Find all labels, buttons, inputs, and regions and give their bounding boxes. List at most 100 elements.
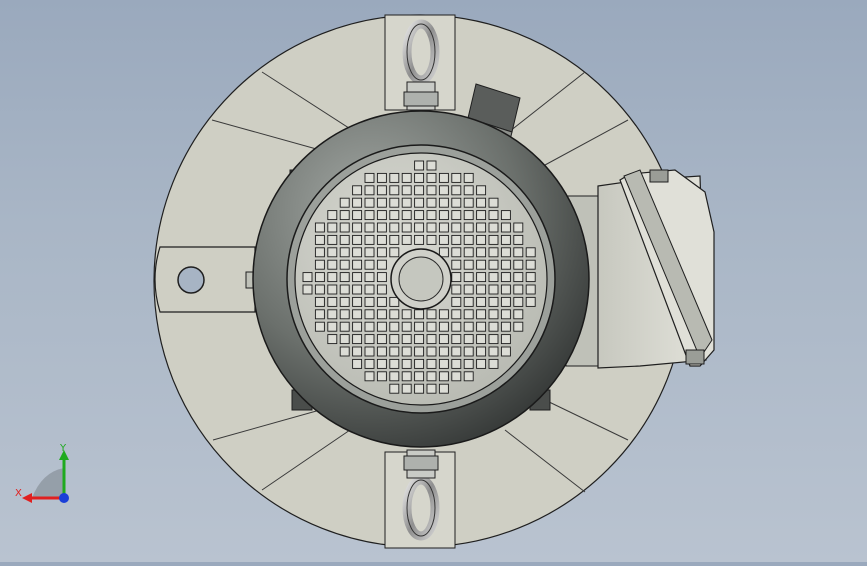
grille-slot: [451, 321, 462, 332]
grille-slot: [463, 185, 474, 196]
grille-slot: [476, 296, 487, 307]
grille-slot: [352, 358, 363, 369]
grille-slot: [302, 284, 313, 295]
grille-slot: [376, 358, 387, 369]
grille-slot: [376, 259, 387, 270]
grille-slot: [476, 210, 487, 221]
grille-slot: [463, 259, 474, 270]
grille-slot: [364, 321, 375, 332]
grille-slot: [488, 346, 499, 357]
grille-slot: [364, 172, 375, 183]
grille-slot: [438, 383, 449, 394]
grille-slot: [327, 272, 338, 283]
grille-slot: [314, 247, 325, 258]
cad-viewport[interactable]: [0, 0, 867, 562]
grille-slot: [339, 309, 350, 320]
grille-slot: [451, 185, 462, 196]
grille-slot: [426, 197, 437, 208]
grille-slot: [426, 309, 437, 320]
grille-slot: [314, 284, 325, 295]
grille-slot: [389, 234, 400, 245]
grille-slot: [352, 197, 363, 208]
grille-slot: [463, 272, 474, 283]
grille-slot: [426, 346, 437, 357]
grille-slot: [451, 309, 462, 320]
grille-slot: [525, 296, 536, 307]
grille-slot: [364, 234, 375, 245]
grille-slot: [414, 197, 425, 208]
grille-slot: [352, 296, 363, 307]
grille-slot: [488, 197, 499, 208]
grille-slot: [488, 284, 499, 295]
grille-slot: [327, 334, 338, 345]
grille-slot: [476, 309, 487, 320]
grille-slot: [376, 346, 387, 357]
grille-slot: [476, 284, 487, 295]
grille-slot: [476, 185, 487, 196]
grille-slot: [513, 222, 524, 233]
grille-slot: [352, 334, 363, 345]
grille-slot: [376, 284, 387, 295]
grille-slot: [451, 222, 462, 233]
grille-slot: [414, 334, 425, 345]
grille-slot: [426, 222, 437, 233]
grille-slot: [364, 222, 375, 233]
grille-slot: [426, 160, 437, 171]
grille-slot: [513, 321, 524, 332]
grille-slot: [302, 272, 313, 283]
grille-slot: [500, 247, 511, 258]
grille-slot: [488, 259, 499, 270]
grille-slot: [376, 172, 387, 183]
grille-slot: [414, 346, 425, 357]
grille-slot: [426, 383, 437, 394]
grille-slot: [414, 160, 425, 171]
hub-inner: [398, 256, 444, 302]
grille-slot: [401, 234, 412, 245]
grille-slot: [414, 383, 425, 394]
grille-slot: [339, 197, 350, 208]
grille-slot: [476, 197, 487, 208]
grille-slot: [426, 234, 437, 245]
grille-slot: [414, 172, 425, 183]
grille-slot: [426, 210, 437, 221]
grille-slot: [414, 185, 425, 196]
grille-slot: [525, 259, 536, 270]
grille-slot: [401, 334, 412, 345]
grille-slot: [327, 321, 338, 332]
grille-slot: [488, 234, 499, 245]
grille-slot: [376, 309, 387, 320]
grille-slot: [451, 234, 462, 245]
grille-slot: [438, 234, 449, 245]
grille-slot: [364, 346, 375, 357]
grille-slot: [525, 272, 536, 283]
grille-slot: [513, 296, 524, 307]
grille-slot: [414, 222, 425, 233]
grille-slot: [451, 334, 462, 345]
grille-slot: [376, 371, 387, 382]
motor-model-drawing: [153, 14, 715, 549]
grille-slot: [488, 309, 499, 320]
grille-slot: [451, 346, 462, 357]
grille-slot: [364, 259, 375, 270]
grille-slot: [513, 284, 524, 295]
grille-slot: [314, 309, 325, 320]
grille-slot: [414, 309, 425, 320]
grille-slot: [500, 321, 511, 332]
grille-slot: [500, 272, 511, 283]
grille-slot: [401, 172, 412, 183]
grille-slot: [364, 247, 375, 258]
grille-slot: [438, 358, 449, 369]
grille-slot: [414, 210, 425, 221]
grille-slot: [451, 247, 462, 258]
grille-slot: [364, 272, 375, 283]
grille-slot: [500, 346, 511, 357]
grille-slot: [414, 321, 425, 332]
grille-slot: [476, 321, 487, 332]
grille-slot: [389, 383, 400, 394]
grille-slot: [401, 371, 412, 382]
grille-slot: [463, 346, 474, 357]
grille-slot: [401, 383, 412, 394]
grille-slot: [339, 247, 350, 258]
grille-slot: [426, 371, 437, 382]
grille-slot: [476, 259, 487, 270]
